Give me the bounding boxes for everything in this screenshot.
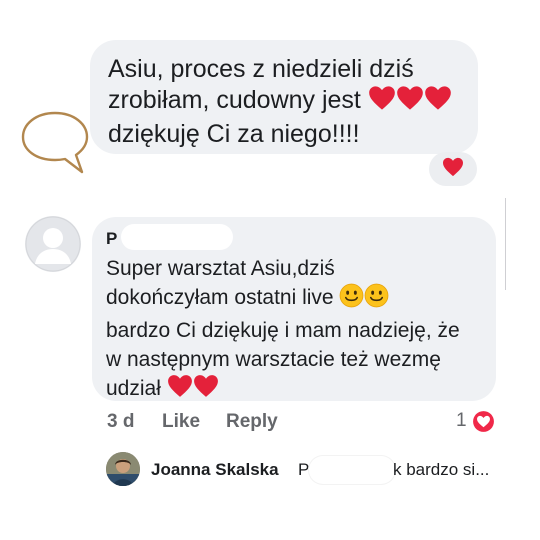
- comment-line: Asiu, proces z niedzieli dziś: [108, 55, 414, 83]
- heart-reaction-icon[interactable]: [471, 409, 496, 439]
- like-button[interactable]: Like: [162, 411, 200, 433]
- comment-line-text: zrobiłam, cudowny jest: [108, 86, 361, 114]
- smiley-emoji-icon: [364, 283, 389, 316]
- comment-line: zrobiłam, cudowny jest: [108, 85, 474, 119]
- heart-emoji-icon: [396, 85, 424, 119]
- heart-reaction-icon: [442, 157, 464, 182]
- redaction-overlay: [309, 456, 395, 484]
- comment-line: dziękuję Ci za niego!!!!: [108, 120, 360, 148]
- reply-text-prefix: P: [298, 460, 310, 479]
- comment-line: bardzo Ci dziękuję i mam nadzieję, że: [106, 319, 460, 342]
- speech-bubble-icon: [20, 110, 90, 181]
- comment-line: Super warsztat Asiu,dziś: [106, 257, 335, 280]
- heart-emoji-icon: [368, 85, 396, 119]
- comment-author-name[interactable]: P: [106, 229, 117, 249]
- smiley-emoji-icon: [339, 283, 364, 316]
- redaction-overlay: [121, 224, 233, 250]
- comment-text: Asiu, proces z niedzieli dziś zrobiłam, …: [108, 54, 474, 150]
- heart-emoji-icon: [193, 374, 219, 406]
- reply-author-name[interactable]: Joanna Skalska: [151, 460, 279, 480]
- reaction-badge[interactable]: [429, 152, 477, 186]
- reaction-count[interactable]: 1: [456, 410, 467, 432]
- reply-button[interactable]: Reply: [226, 411, 278, 433]
- comment-line: dokończyłam ostatni live: [106, 283, 490, 316]
- heart-emoji-icon: [167, 374, 193, 406]
- default-avatar-icon[interactable]: [25, 216, 81, 272]
- comment-line: w następnym warsztacie też wezmę: [106, 348, 441, 371]
- comment-line-text: dokończyłam ostatni live: [106, 286, 334, 309]
- avatar[interactable]: [106, 452, 140, 486]
- comment-line: udział: [106, 374, 490, 406]
- reply-text-snippet[interactable]: k bardzo si...: [393, 460, 489, 480]
- comment-line-text: udział: [106, 377, 161, 400]
- scrollbar-edge: [505, 198, 510, 290]
- timestamp[interactable]: 3 d: [107, 411, 134, 433]
- comment-text: Super warsztat Asiu,dziś dokończyłam ost…: [106, 254, 490, 406]
- heart-emoji-icon: [424, 85, 452, 119]
